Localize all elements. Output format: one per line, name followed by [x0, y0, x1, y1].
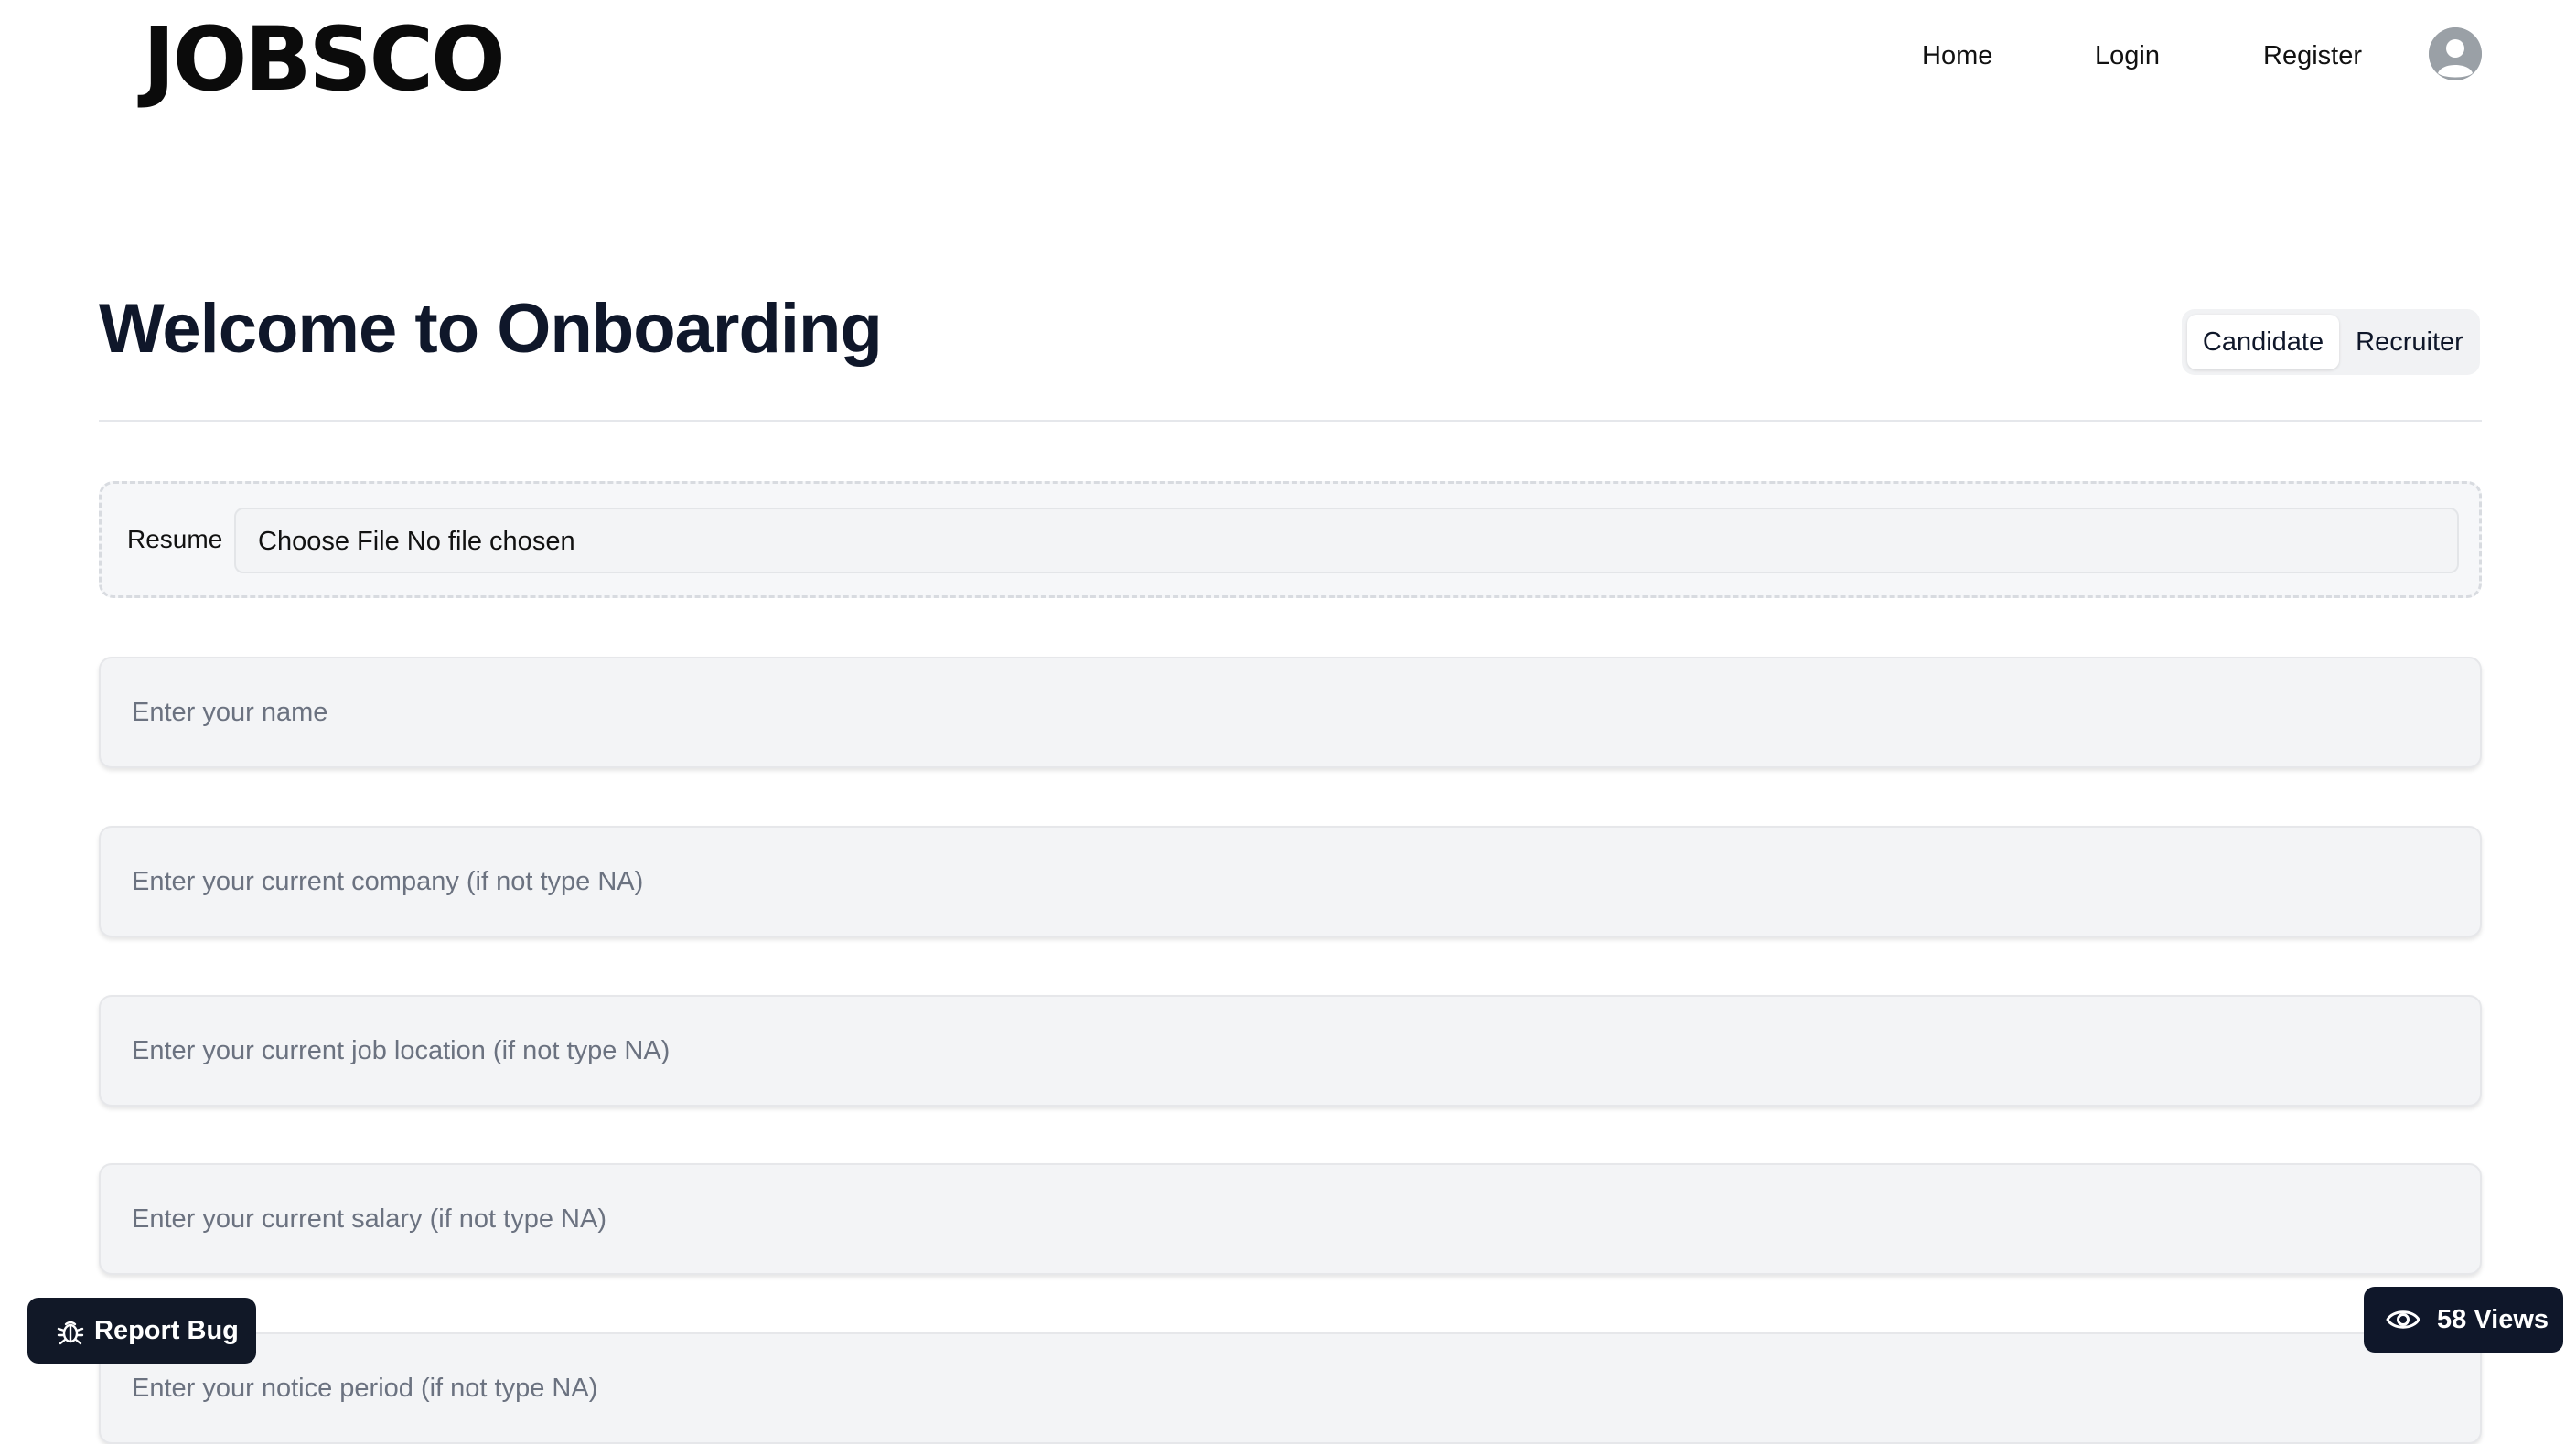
report-bug-label: Report Bug	[94, 1316, 239, 1345]
main-nav: Home Login Register	[0, 35, 2576, 77]
bug-icon	[57, 1321, 84, 1345]
nav-register-link[interactable]: Register	[2263, 35, 2362, 77]
current-job-location-input[interactable]	[101, 997, 2480, 1105]
tab-candidate[interactable]: Candidate	[2187, 315, 2339, 369]
company-field-wrapper	[99, 826, 2482, 937]
user-avatar-icon[interactable]	[2429, 27, 2482, 80]
current-company-input[interactable]	[101, 828, 2480, 936]
views-badge: 58 Views	[2364, 1287, 2563, 1353]
page-title: Welcome to Onboarding	[99, 290, 883, 368]
tab-recruiter[interactable]: Recruiter	[2343, 315, 2476, 369]
report-bug-button[interactable]: Report Bug	[27, 1298, 256, 1364]
salary-field-wrapper	[99, 1163, 2482, 1275]
name-input[interactable]	[101, 658, 2480, 766]
nav-home-link[interactable]: Home	[1922, 35, 1992, 77]
eye-icon	[2386, 1310, 2420, 1329]
resume-upload-box: Resume Choose File No file chosen	[99, 481, 2482, 598]
notice-field-wrapper	[99, 1332, 2482, 1444]
resume-file-input[interactable]: Choose File No file chosen	[234, 508, 2459, 573]
current-salary-input[interactable]	[101, 1165, 2480, 1273]
role-toggle: Candidate Recruiter	[2182, 309, 2480, 375]
file-input-text: Choose File No file chosen	[258, 527, 575, 556]
location-field-wrapper	[99, 995, 2482, 1107]
resume-label: Resume	[127, 525, 223, 553]
views-count: 58 Views	[2437, 1305, 2549, 1334]
title-divider	[99, 420, 2482, 422]
notice-period-input[interactable]	[101, 1334, 2480, 1442]
nav-login-link[interactable]: Login	[2095, 35, 2160, 77]
top-header: JOBSCO Home Login Register	[0, 0, 2576, 119]
name-field-wrapper	[99, 657, 2482, 768]
